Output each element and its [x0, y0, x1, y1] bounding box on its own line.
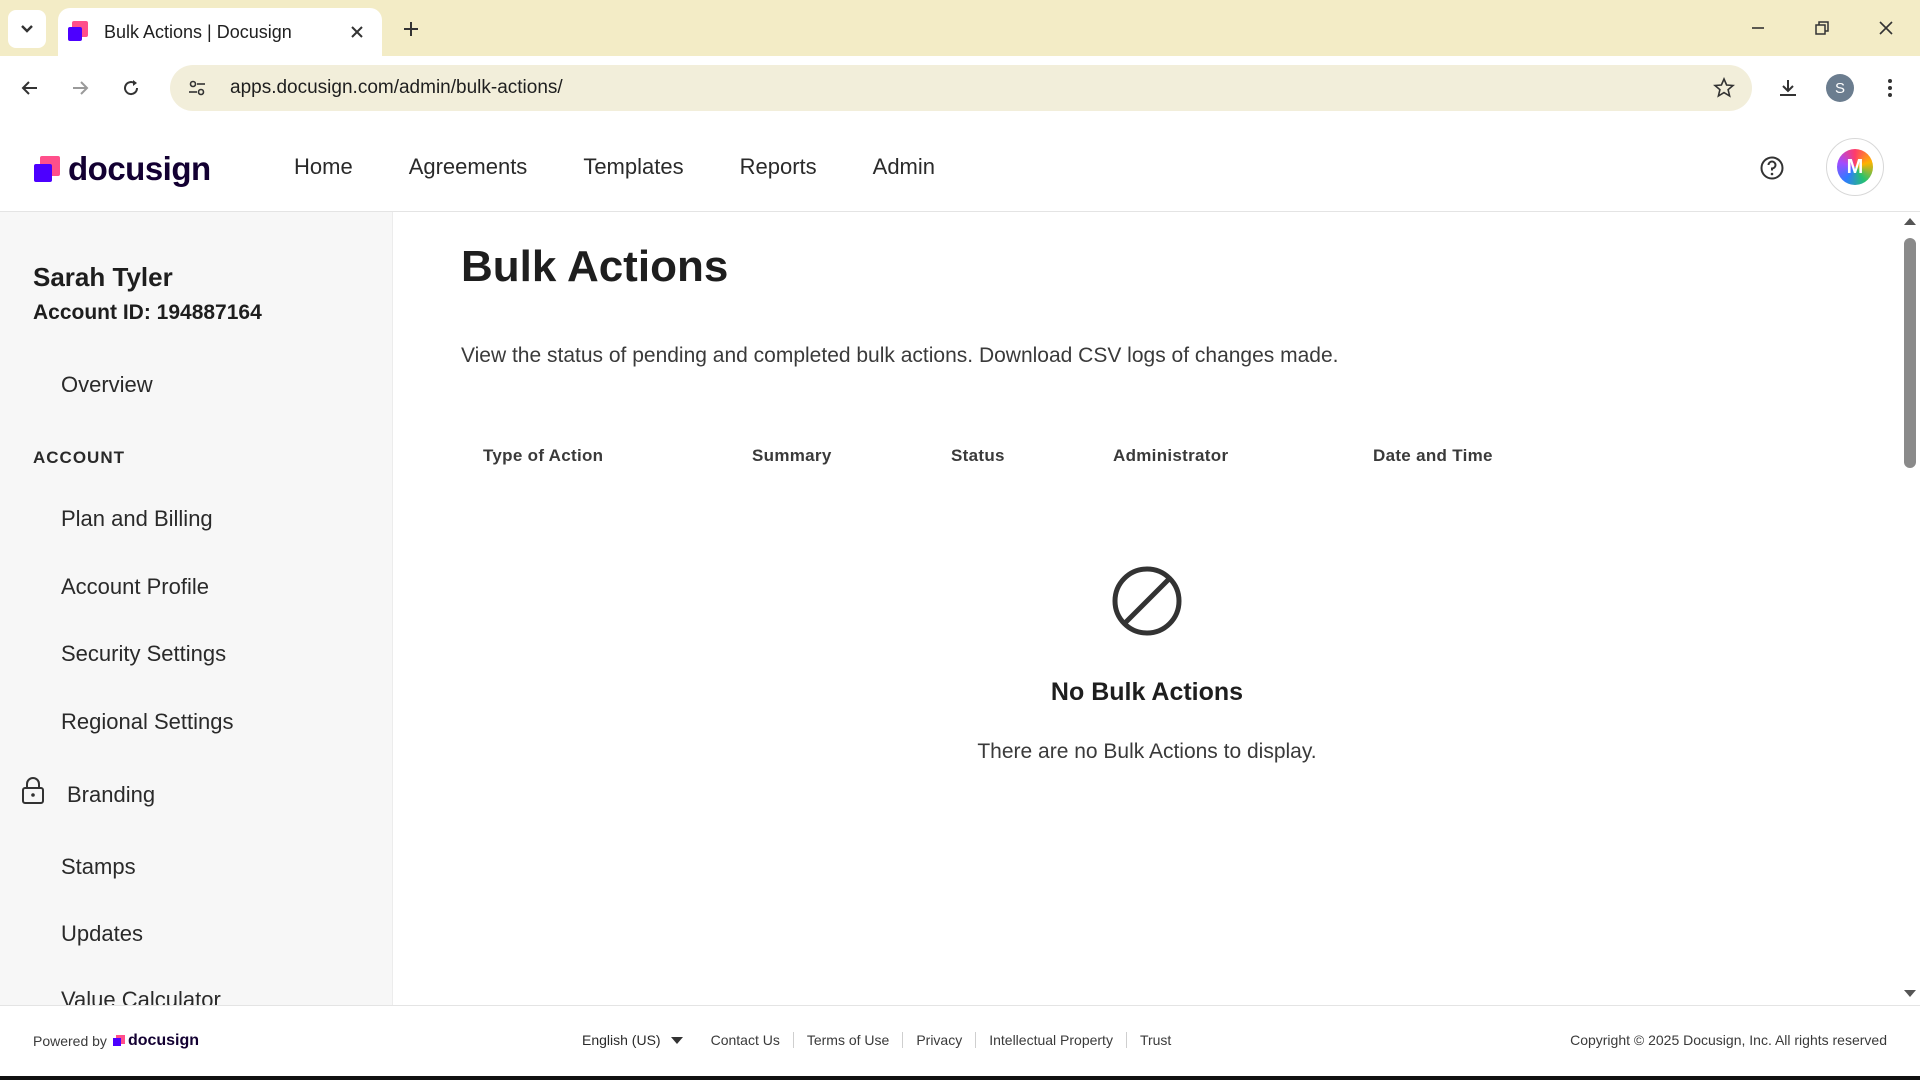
powered-by: Powered by docusign	[33, 1032, 199, 1050]
download-icon	[1780, 80, 1796, 96]
footer-link-intellectual-property[interactable]: Intellectual Property	[975, 1032, 1126, 1048]
restore-icon	[1815, 21, 1829, 35]
restore-button[interactable]	[1804, 12, 1840, 44]
scroll-down-arrow-icon[interactable]	[1904, 990, 1916, 997]
site-info-button[interactable]	[174, 65, 220, 111]
logo-text: docusign	[68, 150, 211, 187]
avatar-initial: M	[1837, 149, 1873, 185]
page-description: View the status of pending and completed…	[461, 344, 1339, 367]
column-header-administrator[interactable]: Administrator	[1113, 446, 1228, 466]
url-text[interactable]: apps.docusign.com/admin/bulk-actions/	[230, 77, 1704, 99]
arrow-left-icon	[21, 81, 37, 95]
reload-icon	[124, 80, 139, 96]
browser-profile-avatar[interactable]: S	[1826, 74, 1854, 102]
help-button[interactable]	[1752, 148, 1792, 188]
app-header: docusign Home Agreements Templates Repor…	[0, 122, 1920, 212]
scrollbar-thumb[interactable]	[1904, 238, 1916, 468]
column-header-date-and-time[interactable]: Date and Time	[1373, 446, 1493, 466]
sidebar-item-branding[interactable]: Branding	[67, 782, 155, 808]
powered-by-logo-text: docusign	[127, 1032, 200, 1049]
downloads-button[interactable]	[1770, 70, 1806, 106]
new-tab-button[interactable]	[396, 14, 426, 44]
more-vert-icon	[1888, 79, 1892, 97]
sidebar-section-account: ACCOUNT	[33, 448, 125, 467]
main-nav: Home Agreements Templates Reports Admin	[272, 122, 969, 212]
nav-templates[interactable]: Templates	[583, 154, 683, 180]
scroll-up-arrow-icon[interactable]	[1904, 218, 1916, 225]
tab-close-button[interactable]	[346, 21, 368, 43]
reload-button[interactable]	[113, 70, 149, 106]
column-header-type-of-action[interactable]: Type of Action	[483, 446, 603, 466]
user-name: Sarah Tyler	[33, 262, 173, 292]
sidebar-item-updates[interactable]: Updates	[61, 921, 143, 947]
chevron-down-icon	[21, 25, 33, 33]
tab-search-button[interactable]	[8, 10, 46, 48]
browser-menu-button[interactable]	[1872, 70, 1908, 106]
plus-icon	[404, 22, 418, 36]
caret-down-icon	[670, 1036, 683, 1044]
page-title: Bulk Actions	[461, 242, 729, 291]
lock-icon	[22, 777, 44, 804]
nav-home[interactable]: Home	[294, 154, 353, 180]
window-bottom-edge	[0, 1076, 1920, 1080]
minimize-button[interactable]	[1740, 12, 1776, 44]
address-bar[interactable]: apps.docusign.com/admin/bulk-actions/	[170, 65, 1752, 111]
column-header-summary[interactable]: Summary	[752, 446, 832, 466]
close-icon	[351, 26, 363, 38]
footer-link-trust[interactable]: Trust	[1125, 1032, 1184, 1048]
nav-reports[interactable]: Reports	[740, 154, 817, 180]
sidebar-item-overview[interactable]: Overview	[61, 372, 153, 398]
footer-link-privacy[interactable]: Privacy	[902, 1032, 975, 1048]
empty-state-title: No Bulk Actions	[1050, 678, 1244, 706]
browser-toolbar: apps.docusign.com/admin/bulk-actions/ S	[0, 56, 1920, 122]
account-id: Account ID: 194887164	[33, 301, 262, 324]
main-content: Bulk Actions View the status of pending …	[394, 212, 1900, 1005]
sidebar-item-account-profile[interactable]: Account Profile	[61, 574, 209, 600]
nav-admin[interactable]: Admin	[873, 154, 935, 180]
docusign-small-logo-icon	[112, 1035, 125, 1047]
empty-state-text: There are no Bulk Actions to display.	[977, 740, 1317, 763]
sidebar-item-stamps[interactable]: Stamps	[61, 854, 136, 880]
nav-agreements[interactable]: Agreements	[409, 154, 528, 180]
footer-link-terms-of-use[interactable]: Terms of Use	[792, 1032, 902, 1048]
close-icon	[1879, 21, 1893, 35]
footer-link-contact-us[interactable]: Contact Us	[703, 1032, 793, 1048]
docusign-logo-icon	[34, 156, 60, 182]
sidebar-item-value-calculator[interactable]: Value Calculator	[61, 987, 221, 1005]
no-entry-icon	[1112, 566, 1182, 636]
help-icon	[1760, 156, 1784, 180]
language-selected: English (US)	[582, 1032, 661, 1048]
bookmark-button[interactable]	[1704, 68, 1744, 108]
star-icon	[1713, 77, 1735, 98]
tab-title: Bulk Actions | Docusign	[104, 21, 292, 42]
page-footer: Powered by docusign English (US) Contact…	[0, 1005, 1920, 1080]
forward-button[interactable]	[62, 70, 98, 106]
sidebar-item-regional-settings[interactable]: Regional Settings	[61, 709, 233, 735]
tune-icon	[189, 80, 205, 96]
close-window-button[interactable]	[1868, 12, 1904, 44]
docusign-logo[interactable]: docusign	[34, 150, 211, 188]
sidebar-item-plan-and-billing[interactable]: Plan and Billing	[61, 506, 213, 532]
column-header-status[interactable]: Status	[951, 446, 1005, 466]
copyright-text: Copyright © 2025 Docusign, Inc. All righ…	[1570, 1032, 1887, 1048]
back-button[interactable]	[12, 70, 48, 106]
minimize-icon	[1752, 27, 1764, 29]
docusign-favicon-icon	[68, 21, 90, 43]
user-avatar[interactable]: M	[1826, 138, 1884, 196]
powered-by-label: Powered by	[33, 1033, 107, 1049]
language-selector[interactable]: English (US)	[582, 1032, 683, 1048]
admin-sidebar: Sarah Tyler Account ID: 194887164 Overvi…	[0, 212, 393, 1005]
sidebar-item-security-settings[interactable]: Security Settings	[61, 641, 226, 667]
page-scrollbar[interactable]	[1900, 212, 1920, 1005]
browser-tab-active[interactable]: Bulk Actions | Docusign	[58, 8, 382, 56]
footer-links: English (US) Contact Us Terms of Use Pri…	[582, 1032, 1184, 1048]
browser-tabstrip: Bulk Actions | Docusign	[0, 0, 1920, 56]
arrow-right-icon	[73, 81, 89, 95]
